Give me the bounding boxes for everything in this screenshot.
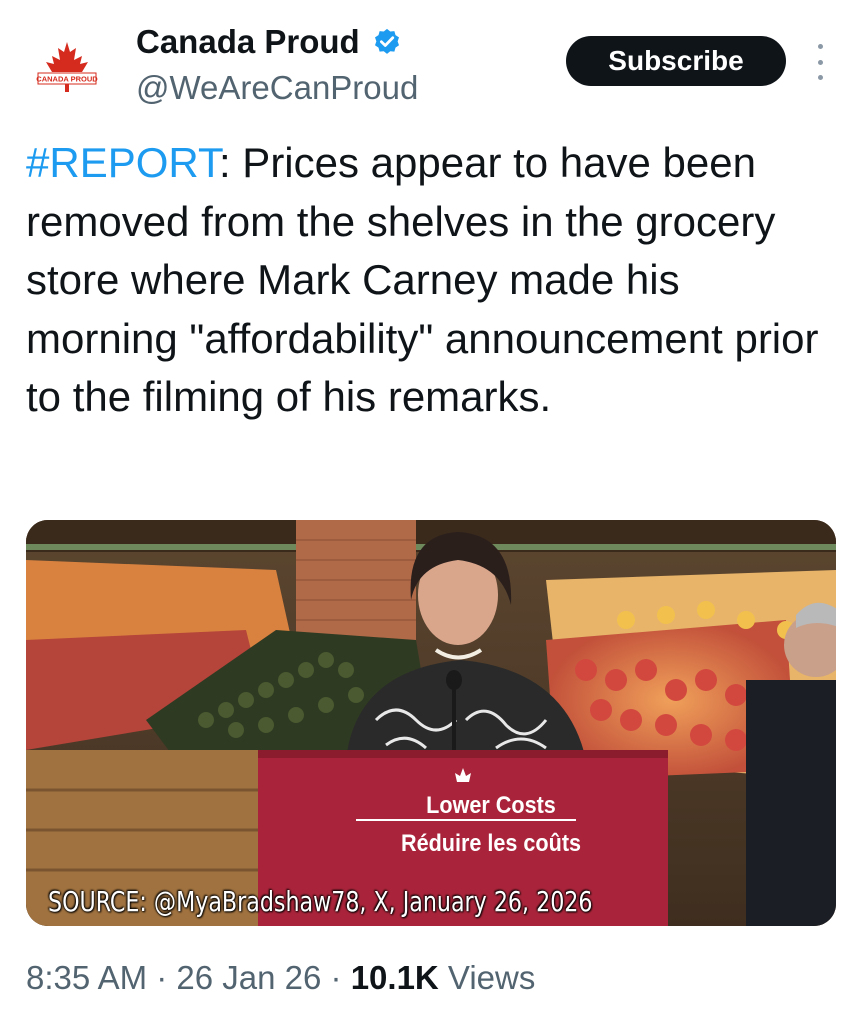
- more-dot: [817, 59, 823, 65]
- podium-sign-line2: Réduire les coûts: [400, 830, 582, 857]
- tweet-text: #REPORT: Prices appear to have been remo…: [26, 134, 826, 427]
- grocery-store-photo: [26, 520, 836, 926]
- more-dot: [817, 44, 823, 49]
- podium-sign-line1: Lower Costs: [426, 792, 556, 819]
- image-source-caption: SOURCE: @MyaBradshaw78, X, January 26, 2…: [48, 885, 593, 918]
- user-handle[interactable]: @WeAreCanProud: [136, 68, 418, 108]
- subscribe-button[interactable]: Subscribe: [566, 36, 786, 86]
- views-label: Views: [438, 959, 536, 996]
- more-vertical-icon[interactable]: [812, 44, 828, 80]
- tweet-time[interactable]: 8:35 AM: [26, 959, 147, 996]
- display-name[interactable]: Canada Proud: [136, 22, 402, 62]
- avatar[interactable]: CANADA PROUD: [36, 38, 98, 100]
- maple-leaf-icon: CANADA PROUD: [36, 42, 98, 92]
- tweet-metadata: 8:35 AM · 26 Jan 26 · 10.1K Views: [26, 956, 535, 1000]
- more-dot: [817, 75, 823, 80]
- meta-separator: ·: [321, 959, 351, 996]
- verified-badge-icon: [374, 28, 399, 54]
- tweet-media-image[interactable]: Lower Costs Réduire les coûts SOURCE: @M…: [26, 520, 836, 926]
- display-name-text: Canada Proud: [136, 23, 360, 60]
- views-count[interactable]: 10.1K: [351, 959, 439, 996]
- tweet-date[interactable]: 26 Jan 26: [176, 959, 321, 996]
- meta-separator: ·: [147, 959, 177, 996]
- hashtag-link[interactable]: #REPORT: [26, 139, 219, 186]
- avatar-text: CANADA PROUD: [36, 75, 98, 84]
- tweet-header: CANADA PROUD Canada Proud @WeAreCanProud…: [0, 0, 862, 120]
